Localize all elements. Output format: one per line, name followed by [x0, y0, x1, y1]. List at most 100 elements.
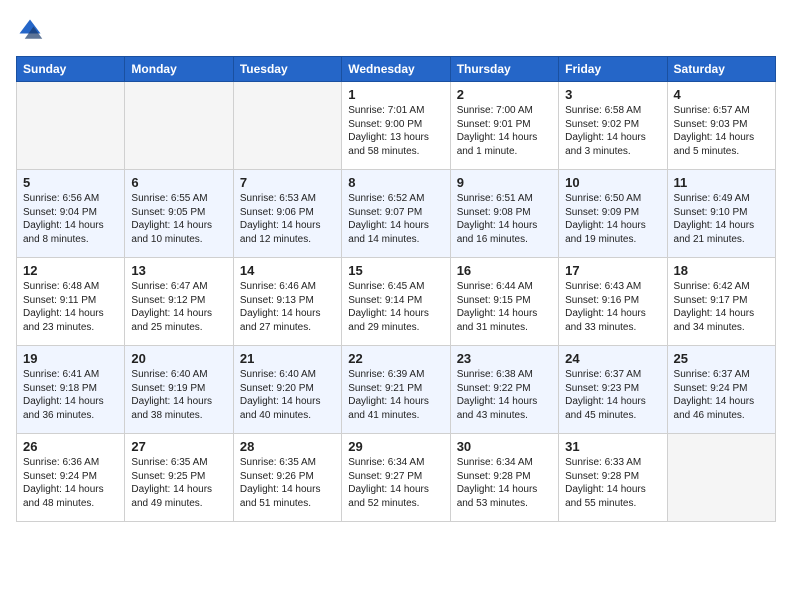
day-number: 5 — [23, 175, 118, 190]
daylight-line: Daylight: 14 hours and 45 minutes. — [565, 395, 660, 422]
sunrise-line: Sunrise: 6:35 AM — [131, 456, 226, 470]
day-number: 14 — [240, 263, 335, 278]
day-number: 28 — [240, 439, 335, 454]
calendar-cell: 7Sunrise: 6:53 AMSunset: 9:06 PMDaylight… — [233, 170, 341, 258]
sunrise-line: Sunrise: 6:56 AM — [23, 192, 118, 206]
calendar-week-2: 5 Sunrise: 6:56 AMSunset: 9:04 PM Daylight… — [17, 170, 776, 258]
day-number: 3 — [565, 87, 660, 102]
calendar-cell: 8Sunrise: 6:52 AMSunset: 9:07 PMDaylight… — [342, 170, 450, 258]
sunrise-line: Sunrise: 7:01 AM — [348, 104, 443, 118]
daylight-line: Daylight: 14 hours and 38 minutes. — [131, 395, 226, 422]
sunset-line: Sunset: 9:28 PM — [565, 470, 660, 484]
calendar-cell: 18Sunrise: 6:42 AMSunset: 9:17 PMDayligh… — [667, 258, 775, 346]
daylight-line: Daylight: 14 hours and 21 minutes. — [674, 219, 769, 246]
calendar-cell: 30Sunrise: 6:34 AMSunset: 9:28 PMDayligh… — [450, 434, 558, 522]
day-number: 16 — [457, 263, 552, 278]
sunset-line: Sunset: 9:00 PM — [348, 118, 443, 132]
calendar-cell: 16Sunrise: 6:44 AMSunset: 9:15 PMDayligh… — [450, 258, 558, 346]
day-number: 1 — [348, 87, 443, 102]
day-number: 9 — [457, 175, 552, 190]
calendar-week-3: 12Sunrise: 6:48 AMSunset: 9:11 PMDayligh… — [17, 258, 776, 346]
sunrise-line: Sunrise: 6:52 AM — [348, 192, 443, 206]
daylight-line: Daylight: 14 hours and 12 minutes. — [240, 219, 335, 246]
sunset-line: Sunset: 9:22 PM — [457, 382, 552, 396]
calendar-cell — [233, 82, 341, 170]
sunset-line: Sunset: 9:18 PM — [23, 382, 118, 396]
day-number: 18 — [674, 263, 769, 278]
sunset-line: Sunset: 9:21 PM — [348, 382, 443, 396]
day-number: 7 — [240, 175, 335, 190]
sunrise-line: Sunrise: 6:40 AM — [131, 368, 226, 382]
daylight-line: Daylight: 14 hours and 53 minutes. — [457, 483, 552, 510]
sunrise-line: Sunrise: 6:55 AM — [131, 192, 226, 206]
day-number: 6 — [131, 175, 226, 190]
sunrise-line: Sunrise: 7:00 AM — [457, 104, 552, 118]
sunset-line: Sunset: 9:17 PM — [674, 294, 769, 308]
daylight-line: Daylight: 14 hours and 31 minutes. — [457, 307, 552, 334]
sunrise-line: Sunrise: 6:34 AM — [457, 456, 552, 470]
sunrise-line: Sunrise: 6:58 AM — [565, 104, 660, 118]
calendar-cell: 14Sunrise: 6:46 AMSunset: 9:13 PMDayligh… — [233, 258, 341, 346]
sunset-line: Sunset: 9:19 PM — [131, 382, 226, 396]
sunrise-line: Sunrise: 6:35 AM — [240, 456, 335, 470]
day-number: 31 — [565, 439, 660, 454]
calendar-cell: 1Sunrise: 7:01 AMSunset: 9:00 PMDaylight… — [342, 82, 450, 170]
day-number: 20 — [131, 351, 226, 366]
calendar-cell: 24Sunrise: 6:37 AMSunset: 9:23 PMDayligh… — [559, 346, 667, 434]
day-number: 23 — [457, 351, 552, 366]
day-number: 29 — [348, 439, 443, 454]
daylight-line: Daylight: 14 hours and 43 minutes. — [457, 395, 552, 422]
calendar-cell: 10Sunrise: 6:50 AMSunset: 9:09 PMDayligh… — [559, 170, 667, 258]
day-number: 4 — [674, 87, 769, 102]
sunset-line: Sunset: 9:20 PM — [240, 382, 335, 396]
sunrise-line: Sunrise: 6:42 AM — [674, 280, 769, 294]
daylight-line: Daylight: 14 hours and 49 minutes. — [131, 483, 226, 510]
sunrise-line: Sunrise: 6:50 AM — [565, 192, 660, 206]
sunset-line: Sunset: 9:28 PM — [457, 470, 552, 484]
calendar-cell: 15Sunrise: 6:45 AMSunset: 9:14 PMDayligh… — [342, 258, 450, 346]
sunset-line: Sunset: 9:13 PM — [240, 294, 335, 308]
sunrise-line: Sunrise: 6:47 AM — [131, 280, 226, 294]
daylight-line: Daylight: 14 hours and 48 minutes. — [23, 483, 118, 510]
daylight-line: Daylight: 14 hours and 36 minutes. — [23, 395, 118, 422]
day-number: 19 — [23, 351, 118, 366]
calendar-week-5: 26Sunrise: 6:36 AMSunset: 9:24 PMDayligh… — [17, 434, 776, 522]
calendar-cell: 31Sunrise: 6:33 AMSunset: 9:28 PMDayligh… — [559, 434, 667, 522]
sunrise-line: Sunrise: 6:49 AM — [674, 192, 769, 206]
sunset-line: Sunset: 9:27 PM — [348, 470, 443, 484]
sunrise-line: Sunrise: 6:57 AM — [674, 104, 769, 118]
sunset-line: Sunset: 9:11 PM — [23, 294, 118, 308]
sunrise-line: Sunrise: 6:40 AM — [240, 368, 335, 382]
daylight-line: Daylight: 14 hours and 3 minutes. — [565, 131, 660, 158]
sunrise-line: Sunrise: 6:45 AM — [348, 280, 443, 294]
calendar-week-4: 19Sunrise: 6:41 AMSunset: 9:18 PMDayligh… — [17, 346, 776, 434]
calendar-table: SundayMondayTuesdayWednesdayThursdayFrid… — [16, 56, 776, 522]
sunrise-line: Sunrise: 6:39 AM — [348, 368, 443, 382]
sunrise-line: Sunrise: 6:43 AM — [565, 280, 660, 294]
sunset-line: Sunset: 9:04 PM — [23, 206, 118, 220]
weekday-header-thursday: Thursday — [450, 57, 558, 82]
weekday-header-wednesday: Wednesday — [342, 57, 450, 82]
day-number: 2 — [457, 87, 552, 102]
calendar-cell: 21Sunrise: 6:40 AMSunset: 9:20 PMDayligh… — [233, 346, 341, 434]
sunset-line: Sunset: 9:01 PM — [457, 118, 552, 132]
day-number: 12 — [23, 263, 118, 278]
daylight-line: Daylight: 14 hours and 23 minutes. — [23, 307, 118, 334]
sunset-line: Sunset: 9:06 PM — [240, 206, 335, 220]
calendar-week-1: 1 Sunrise: 7:01 AMSunset: 9:00 PM Daylight… — [17, 82, 776, 170]
page-header — [16, 16, 776, 44]
calendar-header-row: SundayMondayTuesdayWednesdayThursdayFrid… — [17, 57, 776, 82]
day-number: 10 — [565, 175, 660, 190]
calendar-cell: 27Sunrise: 6:35 AMSunset: 9:25 PMDayligh… — [125, 434, 233, 522]
logo — [16, 16, 48, 44]
day-number: 17 — [565, 263, 660, 278]
calendar-cell: 20 Sunrise: 6:40 AMSunset: 9:19 PMDayligh… — [125, 346, 233, 434]
daylight-line: Daylight: 14 hours and 5 minutes. — [674, 131, 769, 158]
weekday-header-monday: Monday — [125, 57, 233, 82]
daylight-line: Daylight: 14 hours and 40 minutes. — [240, 395, 335, 422]
day-number: 15 — [348, 263, 443, 278]
daylight-line: Daylight: 14 hours and 41 minutes. — [348, 395, 443, 422]
sunrise-line: Sunrise: 6:46 AM — [240, 280, 335, 294]
day-number: 13 — [131, 263, 226, 278]
calendar-cell — [667, 434, 775, 522]
